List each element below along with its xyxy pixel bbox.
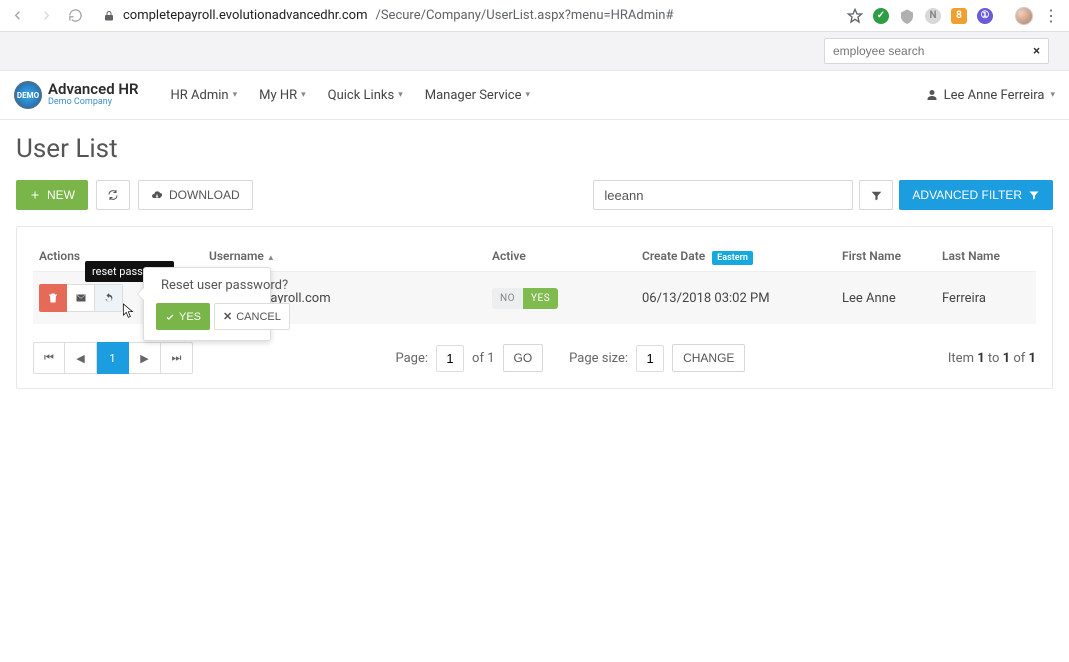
clear-search-icon[interactable]: × <box>1033 44 1040 59</box>
profile-avatar[interactable] <box>1015 7 1033 25</box>
ext-icon[interactable]: ✓ <box>873 8 889 24</box>
popover-title: Reset user password? <box>161 278 258 293</box>
address-bar[interactable]: completepayroll.evolutionadvancedhr.com /… <box>95 8 835 23</box>
back-icon[interactable] <box>10 8 25 23</box>
ext-icon[interactable] <box>899 8 915 24</box>
trash-icon <box>47 292 59 304</box>
nav-my-hr[interactable]: My HR▾ <box>259 88 306 103</box>
cell-first-name: Lee Anne <box>836 272 936 325</box>
user-menu[interactable]: Lee Anne Ferreira ▾ <box>926 88 1055 103</box>
confirm-yes-button[interactable]: YES <box>156 303 210 330</box>
page-size-label: Page size: <box>569 351 628 366</box>
brand-title: Advanced HR <box>48 82 139 98</box>
next-icon: ▶ <box>140 352 148 365</box>
employee-search-input[interactable] <box>833 44 1033 58</box>
ext-icon[interactable]: ① <box>977 8 993 24</box>
toggle-no[interactable]: NO <box>492 288 523 309</box>
col-active[interactable]: Active <box>486 241 636 272</box>
page-input[interactable] <box>436 345 464 372</box>
reload-icon[interactable] <box>68 8 83 23</box>
download-button[interactable]: DOWNLOAD <box>138 180 253 210</box>
main-nav: DEMO Advanced HR Demo Company HR Admin▾ … <box>0 71 1069 120</box>
new-button[interactable]: NEW <box>16 180 88 210</box>
page-title: User List <box>16 134 1053 164</box>
toggle-yes[interactable]: YES <box>523 288 558 309</box>
first-icon: ⏮ <box>44 351 54 365</box>
check-icon <box>165 312 175 322</box>
lock-icon <box>103 10 115 22</box>
refresh-button[interactable] <box>96 180 130 210</box>
timezone-badge: Eastern <box>712 251 753 265</box>
ext-icon[interactable]: 8 <box>951 8 967 24</box>
page-summary: Item 1 to 1 of 1 <box>948 351 1036 366</box>
cloud-download-icon <box>151 189 163 201</box>
page-first-button[interactable]: ⏮ <box>33 342 65 374</box>
plus-icon <box>29 189 41 201</box>
chevron-down-icon: ▾ <box>398 90 403 100</box>
chevron-down-icon: ▾ <box>526 90 531 100</box>
page-change-button[interactable]: CHANGE <box>672 344 745 372</box>
filter-icon <box>870 189 883 202</box>
col-first-name[interactable]: First Name <box>836 241 936 272</box>
page-number-button[interactable]: 1 <box>97 342 129 374</box>
url-path: /Secure/Company/UserList.aspx?menu=HRAdm… <box>375 8 673 23</box>
page-next-button[interactable]: ▶ <box>129 342 161 374</box>
browser-menu-icon[interactable]: ⋮ <box>1043 6 1059 25</box>
nav-manager-service[interactable]: Manager Service▾ <box>425 88 530 103</box>
grid-card: reset password Reset user password? YES … <box>16 226 1053 389</box>
logo[interactable]: DEMO Advanced HR Demo Company <box>14 81 139 109</box>
forward-icon[interactable] <box>39 8 54 23</box>
toolbar: NEW DOWNLOAD ADVANCED FILTER <box>16 180 1053 210</box>
chevron-down-icon: ▾ <box>301 90 306 100</box>
active-toggle[interactable]: NO YES <box>492 288 558 309</box>
filter-icon <box>1028 189 1040 201</box>
page-size-input[interactable] <box>636 345 664 372</box>
sort-asc-icon: ▲ <box>267 253 275 262</box>
close-icon: ✕ <box>223 310 232 323</box>
chevron-down-icon: ▾ <box>1050 90 1055 100</box>
cell-create-date: 06/13/2018 03:02 PM <box>636 272 836 325</box>
filter-button[interactable] <box>859 180 893 210</box>
page-label: Page: <box>395 351 428 366</box>
last-icon: ⏭ <box>172 351 182 365</box>
confirm-cancel-button[interactable]: ✕ CANCEL <box>214 303 290 330</box>
confirm-popover: Reset user password? YES ✕ CANCEL <box>143 267 271 341</box>
page-last-button[interactable]: ⏭ <box>161 342 193 374</box>
browser-chrome: completepayroll.evolutionadvancedhr.com /… <box>0 0 1069 32</box>
user-name: Lee Anne Ferreira <box>944 88 1045 103</box>
cell-last-name: Ferreira <box>936 272 1036 325</box>
page-prev-button[interactable]: ◀ <box>65 342 97 374</box>
url-host: completepayroll.evolutionadvancedhr.com <box>123 8 367 23</box>
extensions: ✓ N 8 ① ⋮ <box>847 6 1059 25</box>
prev-icon: ◀ <box>76 352 84 365</box>
star-icon[interactable] <box>847 8 863 24</box>
undo-icon <box>103 292 115 304</box>
page-go-button[interactable]: GO <box>503 344 544 372</box>
reset-password-button[interactable] <box>95 284 123 312</box>
chevron-down-icon: ▾ <box>233 90 238 100</box>
refresh-icon <box>107 189 119 201</box>
employee-search[interactable]: × <box>824 38 1049 64</box>
advanced-filter-button[interactable]: ADVANCED FILTER <box>899 180 1053 210</box>
logo-icon: DEMO <box>14 81 42 109</box>
col-last-name[interactable]: Last Name <box>936 241 1036 272</box>
ext-icon[interactable]: N <box>925 8 941 24</box>
page-of-label: of 1 <box>472 351 494 366</box>
nav-hr-admin[interactable]: HR Admin▾ <box>171 88 238 103</box>
brand-subtitle: Demo Company <box>48 98 139 107</box>
grid-search-input[interactable] <box>593 180 853 210</box>
nav-quick-links[interactable]: Quick Links▾ <box>328 88 403 103</box>
envelope-icon <box>75 292 87 304</box>
user-icon <box>926 89 938 101</box>
delete-button[interactable] <box>39 284 67 312</box>
pager: ⏮ ◀ 1 ▶ ⏭ Page: of 1 GO Page size: CHANG… <box>33 342 1036 374</box>
col-create-date[interactable]: Create Date Eastern <box>636 241 836 272</box>
email-button[interactable] <box>67 284 95 312</box>
top-utility-bar: × <box>0 32 1069 71</box>
